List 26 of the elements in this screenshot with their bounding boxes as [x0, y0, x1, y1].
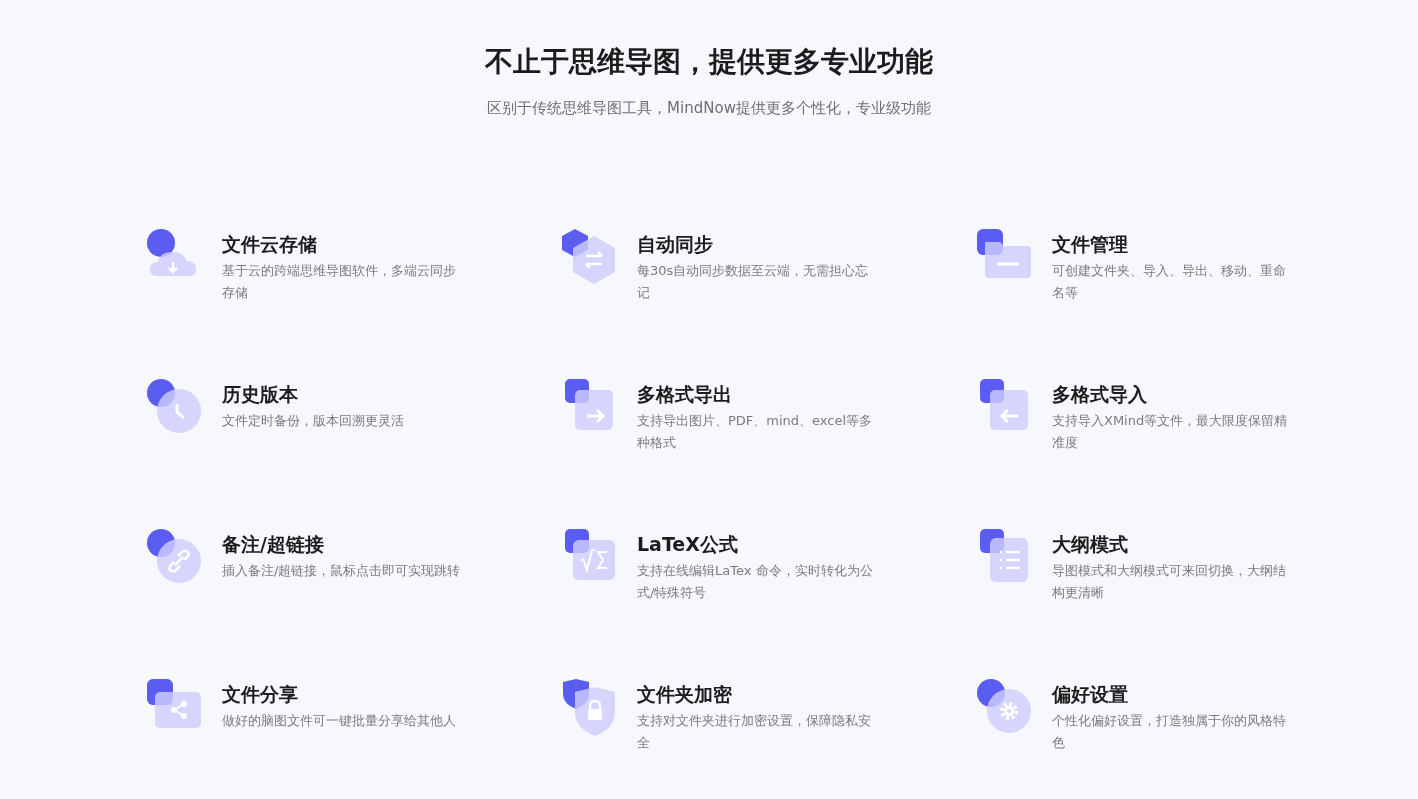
feature-title: 文件夹加密: [637, 682, 733, 707]
feature-title: LaTeX公式: [637, 532, 739, 557]
feature-title: 多格式导入: [1052, 382, 1148, 407]
feature-title: 文件分享: [222, 682, 299, 707]
feature-description: 可创建文件夹、导入、导出、移动、重命名等: [1052, 262, 1287, 302]
feature-title: 历史版本: [222, 382, 299, 407]
feature-description: 支持在线编辑LaTex 命令，实时转化为公式/特殊符号: [637, 562, 874, 602]
feature-title: 自动同步: [637, 232, 714, 257]
section-subtitle: 区别于传统思维导图工具，MindNow提供更多个性化，专业级功能: [486, 98, 932, 118]
feature-description: 做好的脑图文件可一键批量分享给其他人: [222, 712, 457, 730]
feature-title: 偏好设置: [1052, 682, 1129, 707]
feature-title: 文件云存储: [222, 232, 318, 257]
feature-description: 插入备注/超链接，鼠标点击即可实现跳转: [222, 562, 462, 580]
section-title: 不止于思维导图，提供更多专业功能: [484, 44, 934, 80]
feature-description: 文件定时备份，版本回溯更灵活: [222, 412, 405, 430]
feature-title: 备注/超链接: [222, 532, 325, 557]
feature-title: 文件管理: [1052, 232, 1129, 257]
feature-description: 基于云的跨端思维导图软件，多端云同步存储: [222, 262, 457, 302]
feature-title: 大纲模式: [1052, 532, 1129, 557]
feature-description: 每30s自动同步数据至云端，无需担心忘记: [637, 262, 870, 302]
feature-description: 支持导出图片、PDF、mind、excel等多种格式: [637, 412, 874, 452]
feature-title: 多格式导出: [637, 382, 733, 407]
feature-description: 导图模式和大纲模式可来回切换，大纲结构更清晰: [1052, 562, 1287, 602]
feature-description: 个性化偏好设置，打造独属于你的风格特色: [1052, 712, 1287, 752]
feature-description: 支持对文件夹进行加密设置，保障隐私安全: [637, 712, 872, 752]
feature-description: 支持导入XMind等文件，最大限度保留精准度: [1052, 412, 1289, 452]
